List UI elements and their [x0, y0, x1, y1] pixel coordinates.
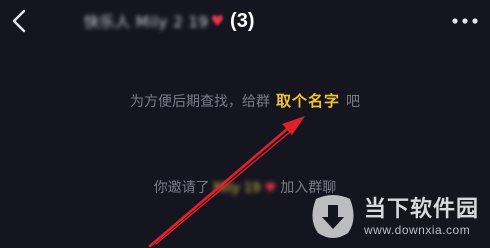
chat-header: 快乐人 Mily 2 19 ♥ (3)	[0, 0, 490, 44]
member-count: (3)	[230, 9, 255, 32]
heart-emoji-icon: ♥	[210, 12, 225, 30]
chevron-left-icon	[12, 9, 26, 33]
rename-prefix-text: 为方便后期查找，给群	[129, 94, 270, 110]
watermark-brand: 当下软件园	[364, 197, 480, 222]
heart-emoji-icon: ♥	[264, 181, 277, 196]
chat-title: 快乐人 Mily 2 19 ♥ (3)	[84, 6, 255, 36]
site-watermark: 当下软件园 www.downxia.com	[308, 186, 490, 248]
rename-group-link[interactable]: 取个名字	[276, 90, 340, 111]
more-button[interactable]	[446, 6, 484, 36]
watermark-url: www.downxia.com	[364, 223, 471, 237]
group-name-obscured: 快乐人 Mily 2 19	[84, 12, 209, 31]
download-logo-icon	[312, 195, 354, 238]
invitee-name-obscured: Mily 19 ♥	[213, 181, 277, 196]
more-dots-icon	[452, 18, 478, 24]
rename-group-notice: 为方便后期查找，给群 取个名字 吧	[0, 90, 490, 111]
back-button[interactable]	[4, 4, 34, 38]
rename-suffix-text: 吧	[346, 94, 360, 110]
invite-prefix-text: 你邀请了	[153, 180, 210, 196]
